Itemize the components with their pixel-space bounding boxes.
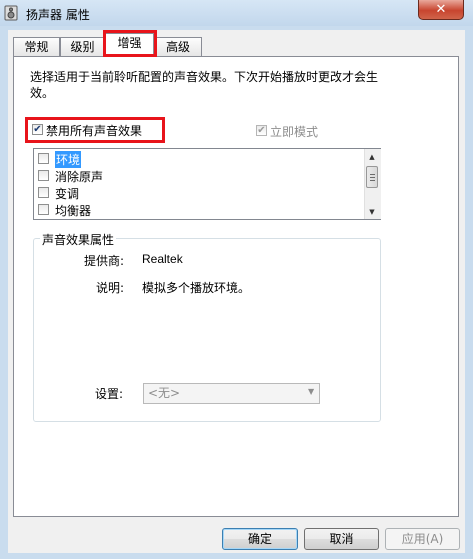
scroll-up-icon[interactable]: ▲ [364,150,380,164]
cancel-button[interactable]: 取消 [304,528,379,550]
apply-button: 应用(A) [385,528,460,550]
effect-checkbox[interactable] [38,170,49,181]
effects-list[interactable]: 环境 消除原声 变调 均衡器 [33,148,381,220]
immediate-mode-label: 立即模式 [270,125,319,139]
tab-levels[interactable]: 级别 [60,37,105,56]
tab-advanced[interactable]: 高级 [154,37,202,56]
effect-label: 消除原声 [55,170,104,184]
ok-button[interactable]: 确定 [222,528,298,550]
tab-general[interactable]: 常规 [13,37,60,56]
settings-label: 设置: [95,387,124,401]
effect-label: 均衡器 [55,204,92,218]
provider-value: Realtek [142,252,183,266]
description-label: 说明: [96,281,125,295]
window-title: 扬声器 属性 [26,8,90,22]
speaker-icon [4,5,18,21]
immediate-mode-checkbox: ✔ [256,125,267,136]
effect-properties-title: 声音效果属性 [40,231,117,248]
highlight-box-tab [103,30,157,57]
scroll-down-icon[interactable]: ▼ [364,205,380,219]
chevron-down-icon: ▼ [308,387,315,396]
effect-checkbox[interactable] [38,153,49,164]
effect-label: 变调 [55,187,80,201]
close-icon: ✕ [435,2,447,17]
check-icon: ✔ [257,124,266,136]
scroll-thumb[interactable] [366,166,378,188]
provider-label: 提供商: [84,254,125,268]
effect-checkbox[interactable] [38,204,49,215]
close-button[interactable]: ✕ [418,0,464,20]
highlight-box-disable-all [25,117,165,143]
effect-checkbox[interactable] [38,187,49,198]
description-value: 模拟多个播放环境。 [142,281,251,295]
enhancements-description: 选择适用于当前聆听配置的声音效果。下次开始播放时更改才会生效。 [30,70,379,100]
effect-label: 环境 [55,151,82,168]
settings-select: <无> [143,383,320,404]
